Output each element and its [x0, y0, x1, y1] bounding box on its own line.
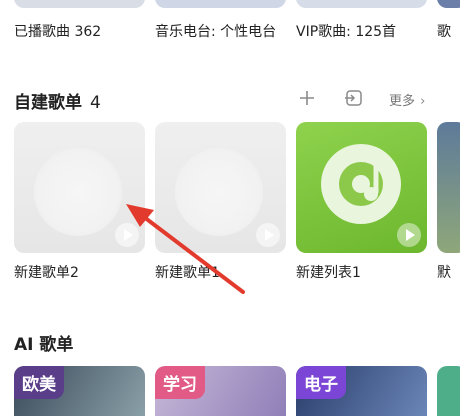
annotation-arrow	[126, 204, 245, 294]
